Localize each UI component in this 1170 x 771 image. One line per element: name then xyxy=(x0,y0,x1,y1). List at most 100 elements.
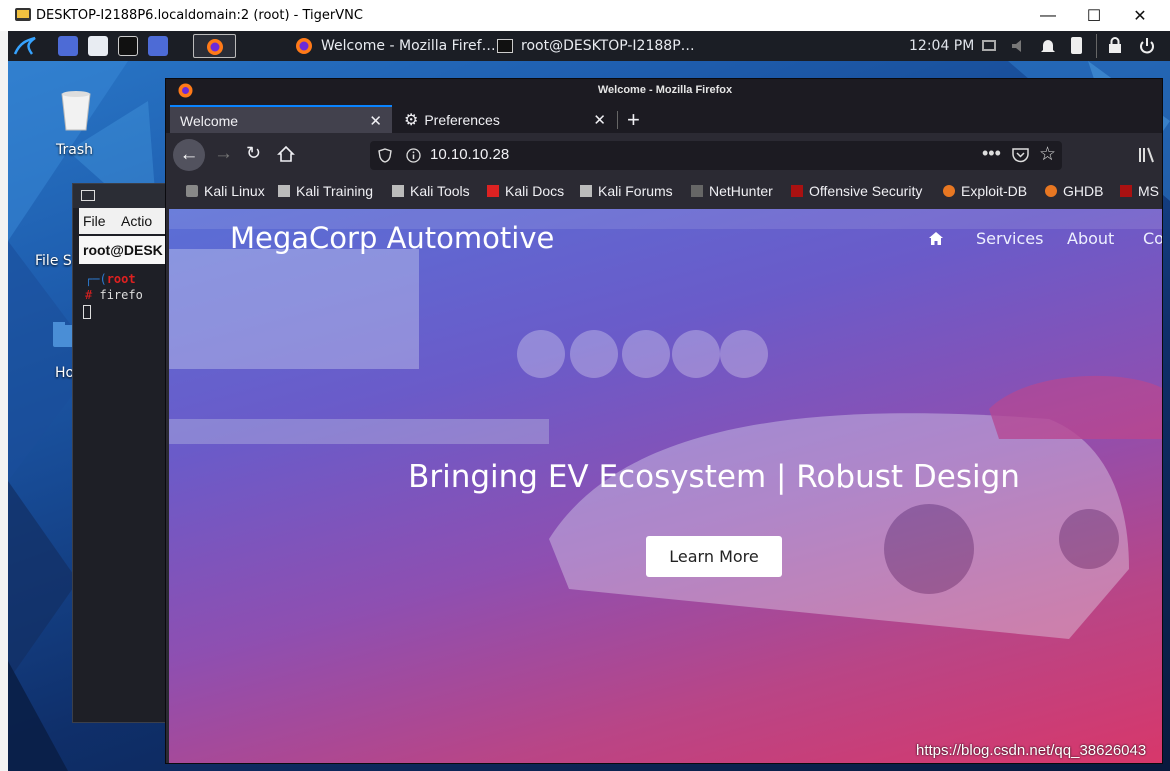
bookmark-label: GHDB xyxy=(1063,183,1104,199)
bookmark-exploit-db[interactable]: Exploit-DB xyxy=(943,175,1027,207)
firefox-launcher-button[interactable] xyxy=(193,34,236,58)
minimize-button[interactable]: — xyxy=(1025,0,1071,31)
pocket-icon[interactable] xyxy=(1012,147,1029,163)
terminal-command-line: # firefo xyxy=(85,288,143,302)
display-icon[interactable] xyxy=(982,40,996,51)
bookmark-nethunter[interactable]: NetHunter xyxy=(691,175,773,207)
battery-icon[interactable] xyxy=(1071,37,1082,54)
terminal-titlebar xyxy=(73,184,173,208)
info-icon[interactable] xyxy=(406,148,421,163)
terminal-icon xyxy=(497,39,513,53)
bookmark-ghdb[interactable]: GHDB xyxy=(1045,175,1103,207)
nav-services[interactable]: Services xyxy=(976,229,1043,248)
bookmark-label: Kali Tools xyxy=(410,183,470,199)
kali-panel: Welcome - Mozilla Firef… root@DESKTOP-I2… xyxy=(8,31,1170,61)
url-text[interactable]: 10.10.10.28 xyxy=(430,146,509,163)
gear-icon: ⚙ xyxy=(404,112,419,129)
kali-icon xyxy=(186,185,198,197)
terminal-icon[interactable] xyxy=(118,36,138,56)
power-icon[interactable] xyxy=(1138,37,1156,55)
close-tab-icon[interactable]: ✕ xyxy=(369,112,382,130)
bookmark-label: NetHunter xyxy=(709,183,773,199)
kali-icon xyxy=(392,185,404,197)
firefox-icon xyxy=(296,38,312,54)
bookmark-kali-linux[interactable]: Kali Linux xyxy=(186,175,265,207)
bookmark-label: Exploit-DB xyxy=(961,183,1028,199)
bookmark-kali-docs[interactable]: Kali Docs xyxy=(487,175,564,207)
bookmark-kali-tools[interactable]: Kali Tools xyxy=(392,175,470,207)
bookmark-label: Kali Linux xyxy=(204,183,265,199)
tab-strip: Welcome ✕ ⚙ Preferences ✕ + xyxy=(166,103,1162,135)
terminal-menu-file[interactable]: File xyxy=(83,213,106,229)
terminal-icon xyxy=(81,190,95,201)
bookmark-label: Kali Docs xyxy=(505,183,565,199)
home-button[interactable] xyxy=(277,145,295,163)
terminal-prompt: ┌─(root xyxy=(85,272,136,286)
hero-title: Bringing EV Ecosystem | Robust Design xyxy=(408,459,1020,495)
exploitdb-icon xyxy=(943,185,955,197)
web-page: MegaCorp Automotive Services About Co Br… xyxy=(169,209,1162,763)
trash-icon[interactable] xyxy=(56,88,96,132)
bookmark-label: Kali Forums xyxy=(598,183,673,199)
close-button[interactable]: ✕ xyxy=(1117,0,1163,31)
docs-icon xyxy=(487,185,499,197)
taskbar-firefox[interactable]: Welcome - Mozilla Firef… xyxy=(295,31,496,61)
offsec-icon xyxy=(1120,185,1132,197)
notification-bell-icon[interactable] xyxy=(1040,37,1056,55)
terminal-prompt-user: root xyxy=(106,272,136,286)
taskbar-firefox-label: Welcome - Mozilla Firef… xyxy=(321,38,496,54)
navigation-toolbar: ← → ↻ 10.10.10.28 ••• ☆ xyxy=(166,133,1162,175)
page-actions-icon[interactable]: ••• xyxy=(982,143,1001,164)
bookmark-kali-training[interactable]: Kali Training xyxy=(278,175,373,207)
firefox-window[interactable]: Welcome - Mozilla Firefox Welcome ✕ ⚙ Pr… xyxy=(165,78,1163,764)
file-manager-icon[interactable] xyxy=(88,36,108,56)
nav-about[interactable]: About xyxy=(1067,229,1114,248)
nethunter-icon xyxy=(691,185,703,197)
learn-more-button[interactable]: Learn More xyxy=(646,536,782,577)
terminal-menubar: File Actio xyxy=(79,208,173,234)
new-tab-button[interactable]: + xyxy=(627,107,640,133)
url-bar[interactable]: 10.10.10.28 ••• ☆ xyxy=(370,141,1062,170)
screenshot-icon[interactable] xyxy=(148,36,168,56)
bookmark-offensive-security[interactable]: Offensive Security xyxy=(791,175,922,207)
bookmark-label: Kali Training xyxy=(296,183,374,199)
bookmark-ms[interactable]: MS xyxy=(1120,175,1159,207)
bookmark-star-icon[interactable]: ☆ xyxy=(1039,143,1056,166)
terminal-command: firefo xyxy=(99,288,143,302)
tab-preferences[interactable]: ⚙ Preferences ✕ xyxy=(394,105,616,135)
nav-contact[interactable]: Co xyxy=(1143,229,1162,248)
library-icon[interactable] xyxy=(1138,147,1156,163)
bookmark-label: MS xyxy=(1138,183,1159,199)
terminal-window[interactable]: File Actio root@DESK ┌─(root # firefo xyxy=(72,183,173,723)
forward-button[interactable]: → xyxy=(214,143,233,165)
volume-icon[interactable] xyxy=(1010,38,1028,54)
tab-welcome-label: Welcome xyxy=(180,113,239,129)
home-icon[interactable] xyxy=(928,231,944,246)
lock-icon[interactable] xyxy=(1108,37,1122,54)
vnc-titlebar: DESKTOP-I2188P6.localdomain:2 (root) - T… xyxy=(0,0,1170,31)
watermark: https://blog.csdn.net/qq_38626043 xyxy=(916,742,1147,759)
taskbar-terminal[interactable]: root@DESKTOP-I2188P… xyxy=(497,31,695,61)
firefox-titlebar: Welcome - Mozilla Firefox xyxy=(166,79,1162,103)
terminal-menu-actions[interactable]: Actio xyxy=(121,213,152,229)
bookmark-label: Offensive Security xyxy=(809,183,923,199)
workspace-icon[interactable] xyxy=(58,36,78,56)
reload-button[interactable]: ↻ xyxy=(246,143,261,164)
terminal-cursor xyxy=(83,305,91,319)
vnc-left-edge xyxy=(0,31,8,771)
kali-menu-icon[interactable] xyxy=(12,34,38,58)
kali-desktop: Welcome - Mozilla Firef… root@DESKTOP-I2… xyxy=(8,31,1170,771)
close-tab-icon[interactable]: ✕ xyxy=(593,111,606,129)
taskbar-terminal-label: root@DESKTOP-I2188P… xyxy=(521,38,695,54)
kali-icon xyxy=(278,185,290,197)
site-brand[interactable]: MegaCorp Automotive xyxy=(230,221,554,255)
vnc-window-title: DESKTOP-I2188P6.localdomain:2 (root) - T… xyxy=(36,8,363,23)
panel-separator xyxy=(1096,34,1097,58)
close-icon: ✕ xyxy=(1133,7,1147,25)
maximize-button[interactable]: ☐ xyxy=(1071,0,1117,31)
tab-welcome[interactable]: Welcome ✕ xyxy=(170,105,392,135)
terminal-tab[interactable]: root@DESK xyxy=(79,236,173,264)
bookmark-kali-forums[interactable]: Kali Forums xyxy=(580,175,673,207)
trash-label: Trash xyxy=(56,142,93,158)
back-button[interactable]: ← xyxy=(173,139,205,171)
